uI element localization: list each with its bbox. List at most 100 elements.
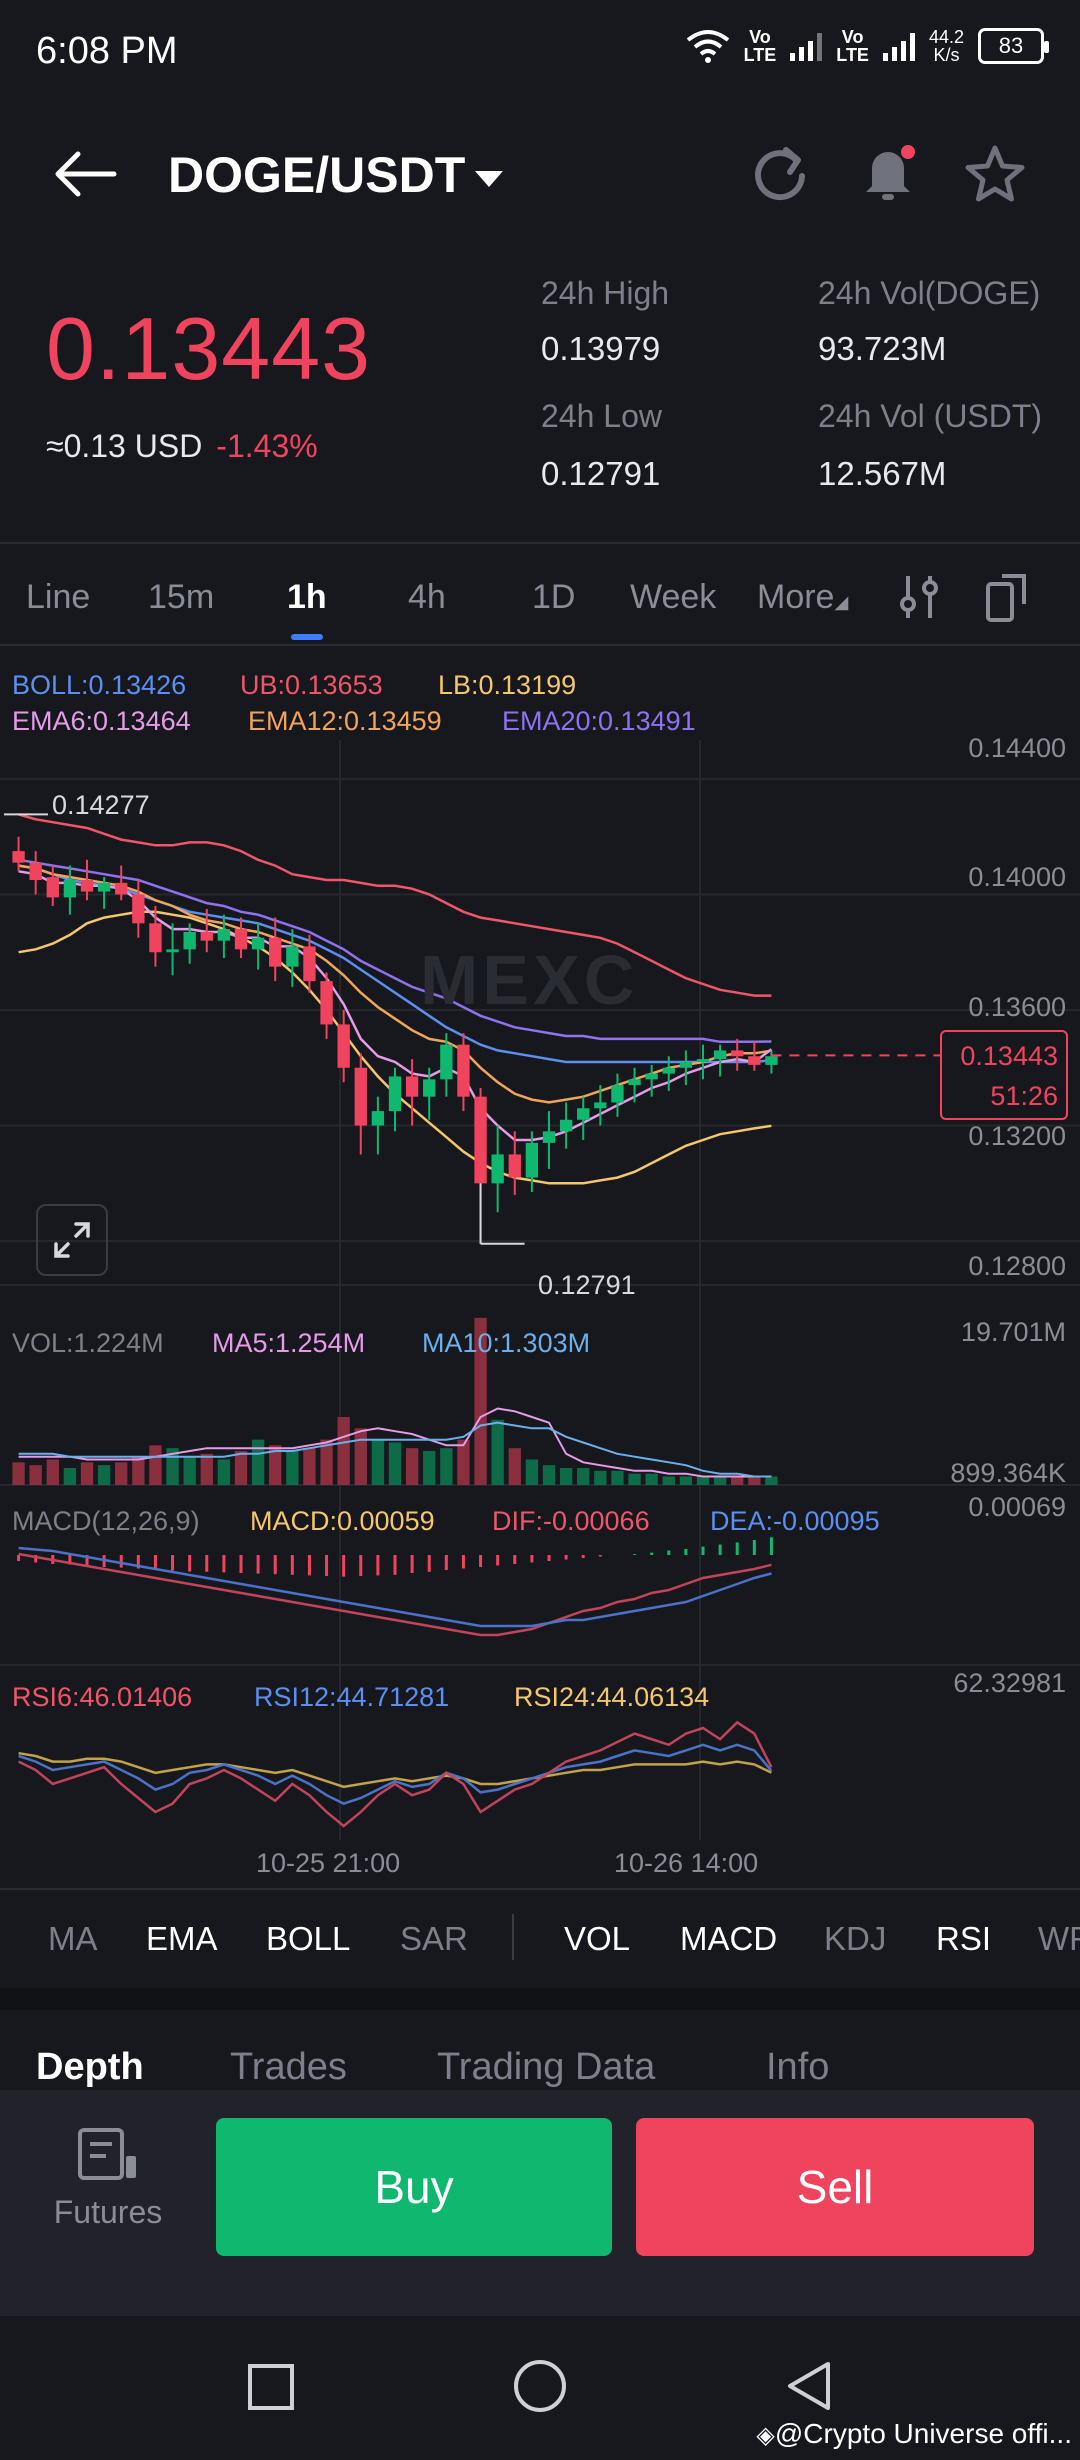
volume-bar — [696, 1476, 710, 1485]
rsi24-legend: RSI24:44.06134 — [514, 1682, 710, 1712]
candle-body — [713, 1050, 727, 1060]
ema6-legend: EMA6:0.13464 — [12, 706, 191, 736]
candle-body — [405, 1076, 419, 1097]
indicator-boll[interactable]: BOLL — [266, 1920, 350, 1958]
candle-body — [269, 937, 282, 967]
candle-body — [388, 1076, 402, 1112]
price-axis-label: 0.14400 — [968, 733, 1066, 763]
chevron-down-icon — [475, 170, 504, 187]
ema20-legend: EMA20:0.13491 — [502, 706, 696, 736]
vol-usdt-value: 12.567M — [818, 455, 947, 492]
tab-depth[interactable]: Depth — [36, 2046, 144, 2089]
indicator-settings-icon[interactable] — [898, 572, 942, 622]
volte-indicator-2: Vo LTE — [836, 27, 869, 65]
tab-trades[interactable]: Trades — [230, 2046, 347, 2089]
ema20-line — [18, 858, 772, 1044]
candle-body — [337, 1024, 350, 1068]
volume-bar — [46, 1459, 59, 1485]
candle-body — [132, 894, 145, 924]
tab-4h[interactable]: 4h — [408, 578, 446, 617]
candle-body — [491, 1154, 504, 1184]
tab-15m[interactable]: 15m — [148, 578, 214, 617]
volume-bar — [132, 1456, 145, 1485]
volume-bar — [525, 1459, 539, 1485]
tab-info[interactable]: Info — [766, 2046, 829, 2089]
candle-body — [12, 851, 25, 863]
tab-more[interactable]: More◢ — [757, 578, 848, 617]
price-usd-equivalent: ≈0.13 USD -1.43% — [46, 428, 318, 464]
tab-week[interactable]: Week — [630, 578, 716, 617]
rotate-screen-icon[interactable] — [984, 570, 1030, 624]
star-favorite-icon[interactable] — [964, 144, 1026, 206]
back-nav-icon[interactable] — [784, 2358, 834, 2414]
candlestick-chart[interactable] — [0, 740, 1080, 1890]
pair-selector[interactable]: DOGE/USDT — [168, 146, 504, 204]
volume-bar — [662, 1476, 675, 1485]
boll-legend: BOLL:0.13426 — [12, 670, 187, 700]
indicator-rsi[interactable]: RSI — [936, 1920, 991, 1958]
home-icon[interactable] — [512, 2358, 568, 2414]
indicator-wr[interactable]: WR — [1038, 1920, 1080, 1958]
low-24h-label: 24h Low — [541, 398, 662, 434]
tab-1h[interactable]: 1h — [287, 578, 327, 617]
low-marker-label: 0.12791 — [538, 1270, 636, 1300]
indicator-macd[interactable]: MACD — [680, 1920, 777, 1958]
tab-line[interactable]: Line — [26, 578, 90, 617]
volume-bar — [731, 1476, 744, 1485]
indicator-ema[interactable]: EMA — [146, 1920, 218, 1958]
candle-body — [115, 882, 128, 895]
recent-apps-icon[interactable] — [246, 2362, 296, 2412]
vol-legend: VOL:1.224M — [12, 1328, 164, 1358]
futures-label[interactable]: Futures — [48, 2194, 168, 2231]
indicator-ma[interactable]: MA — [48, 1920, 98, 1958]
candle-body — [474, 1096, 487, 1184]
candle-body — [577, 1108, 590, 1120]
candle-body — [234, 929, 248, 950]
ema12-legend: EMA12:0.13459 — [248, 706, 442, 736]
divider — [0, 644, 1080, 646]
volume-bar — [303, 1448, 316, 1485]
back-arrow-icon[interactable] — [50, 148, 120, 200]
candle-body — [183, 932, 196, 950]
candle-body — [594, 1102, 607, 1109]
candle-body — [628, 1079, 641, 1086]
vol-doge-value: 93.723M — [818, 330, 947, 367]
volume-bar — [371, 1439, 385, 1485]
rsi12-legend: RSI12:44.71281 — [254, 1682, 450, 1712]
volume-bar — [559, 1468, 573, 1485]
bell-icon[interactable] — [858, 142, 918, 204]
volume-bar — [611, 1470, 624, 1485]
price-change-percent: -1.43% — [216, 428, 318, 464]
rsi12-line — [18, 1743, 773, 1805]
volume-bar — [508, 1448, 521, 1485]
indicator-vol[interactable]: VOL — [564, 1920, 630, 1958]
boll-lower-line — [18, 910, 772, 1185]
candle-body — [217, 929, 231, 941]
high-24h-value: 0.13979 — [541, 330, 661, 367]
volte-indicator-1: Vo LTE — [743, 27, 777, 65]
buy-button[interactable]: Buy — [216, 2118, 612, 2256]
dea-legend: DEA:-0.00095 — [710, 1506, 880, 1536]
vol-ma10-legend: MA10:1.303M — [422, 1328, 591, 1358]
futures-icon[interactable] — [76, 2126, 140, 2184]
refresh-icon[interactable] — [750, 144, 810, 204]
candle-body — [662, 1067, 675, 1074]
vol-ma5-legend: MA5:1.254M — [212, 1328, 366, 1358]
sell-button[interactable]: Sell — [636, 2118, 1034, 2256]
volume-bar — [594, 1470, 607, 1485]
tab-1d[interactable]: 1D — [532, 578, 575, 617]
candle-body — [731, 1050, 744, 1057]
indicator-kdj[interactable]: KDJ — [824, 1920, 886, 1958]
tab-trading-data[interactable]: Trading Data — [437, 2046, 655, 2089]
time-axis-label: 10-26 14:00 — [614, 1848, 759, 1878]
candle-body — [200, 932, 213, 941]
candle-body — [320, 981, 333, 1025]
candle-body — [559, 1119, 573, 1132]
volume-bar — [80, 1462, 94, 1485]
current-price-tag: 0.13443 51:26 — [940, 1030, 1068, 1120]
fullscreen-button[interactable] — [36, 1204, 108, 1276]
volume-bar — [149, 1445, 162, 1485]
volume-bar — [491, 1419, 504, 1485]
expand-icon — [54, 1222, 90, 1258]
indicator-sar[interactable]: SAR — [400, 1920, 468, 1958]
